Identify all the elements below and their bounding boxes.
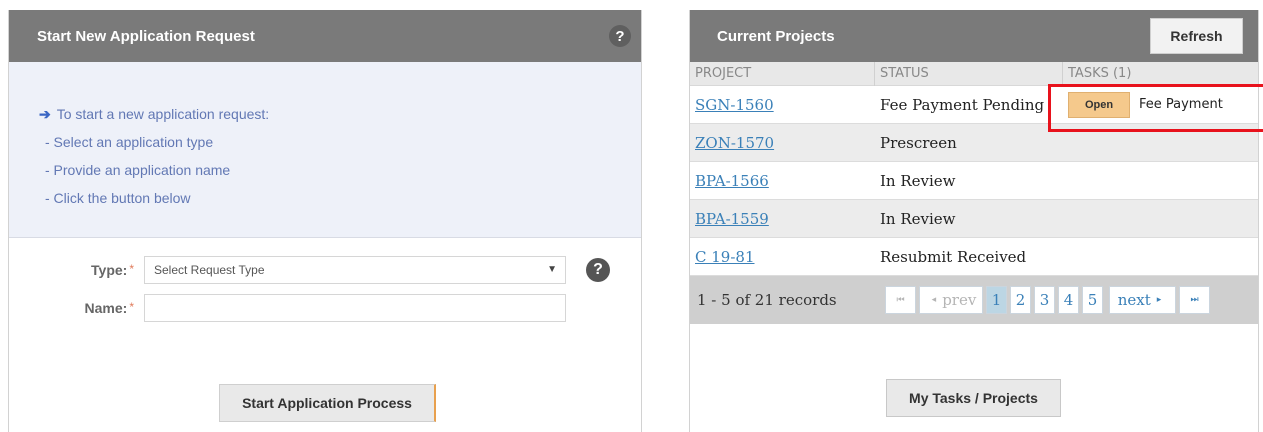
arrow-right-icon: ▸ [1156,295,1162,305]
page-button-4[interactable]: 4 [1058,286,1079,314]
my-tasks-projects-button[interactable]: My Tasks / Projects [886,379,1061,417]
current-projects-panel: Current Projects Refresh PROJECT STATUS … [689,10,1259,432]
request-type-select[interactable]: Select Request Type ▼ [144,256,566,284]
table-row: SGN-1560 Fee Payment Pending Open Fee Pa… [690,86,1258,124]
instructions-intro: ➔ To start a new application request: [39,100,641,128]
table-row: ZON-1570 Prescreen [690,124,1258,162]
instructions-intro-text: To start a new application request: [56,106,270,122]
arrow-left-icon: ◂ [931,295,937,305]
type-label: Type: * [9,262,134,278]
required-marker: * [129,300,134,314]
new-application-panel: Start New Application Request ? ➔ To star… [8,10,642,432]
application-name-input[interactable] [144,294,566,322]
prev-page-button[interactable]: ◂ prev [919,286,983,314]
prev-label: prev [942,291,977,309]
required-marker: * [129,262,134,276]
project-link[interactable]: C 19-81 [695,248,755,266]
start-application-button[interactable]: Start Application Process [219,384,436,422]
column-header-status[interactable]: STATUS [875,61,1063,86]
panel-title: Start New Application Request [37,27,255,45]
name-row: Name: * [9,293,641,323]
first-page-icon[interactable]: ⏮ [885,286,916,314]
refresh-button[interactable]: Refresh [1150,18,1243,54]
projects-table-header: PROJECT STATUS TASKS (1) [690,61,1258,86]
instructions-box: ➔ To start a new application request: - S… [9,62,641,238]
type-label-text: Type: [91,262,128,278]
chevron-down-icon: ▼ [547,264,557,275]
next-label: next [1117,291,1151,309]
status-cell: Prescreen [880,133,957,152]
task-name: Fee Payment [1139,97,1223,112]
type-row: Type: * Select Request Type ▼ ? [9,255,641,285]
column-header-tasks[interactable]: TASKS (1) [1063,62,1258,86]
name-label: Name: * [9,300,134,316]
open-task-button[interactable]: Open [1068,91,1130,118]
next-page-button[interactable]: next ▸ [1109,286,1176,314]
current-projects-header: Current Projects Refresh [690,10,1258,62]
request-type-selected: Select Request Type [154,263,265,277]
project-link[interactable]: BPA-1566 [695,172,769,190]
page-button-1[interactable]: 1 [986,286,1007,314]
page-button-3[interactable]: 3 [1034,286,1055,314]
table-row: C 19-81 Resubmit Received [690,238,1258,276]
project-link[interactable]: ZON-1570 [695,134,774,152]
table-row: BPA-1566 In Review [690,162,1258,200]
record-count: 1 - 5 of 21 records [697,291,837,309]
last-page-icon[interactable]: ⏭ [1179,286,1210,314]
new-application-header: Start New Application Request ? [9,10,641,62]
status-cell: In Review [880,209,956,228]
pagination-bar: 1 - 5 of 21 records ⏮ ◂ prev 1 2 3 4 5 ne… [690,276,1258,324]
status-cell: Resubmit Received [880,247,1027,266]
table-row: BPA-1559 In Review [690,200,1258,238]
project-link[interactable]: SGN-1560 [695,96,774,114]
type-help-icon[interactable]: ? [586,258,610,282]
task-cell: Open Fee Payment [1063,91,1258,118]
status-cell: Fee Payment Pending [880,95,1045,114]
name-label-text: Name: [84,300,128,316]
arrow-right-icon: ➔ [39,106,51,122]
panel-title: Current Projects [717,27,835,45]
help-icon[interactable]: ? [609,25,631,47]
status-cell: In Review [880,171,956,190]
page-button-2[interactable]: 2 [1010,286,1031,314]
page-button-5[interactable]: 5 [1082,286,1103,314]
project-link[interactable]: BPA-1559 [695,210,769,228]
column-header-project[interactable]: PROJECT [690,61,875,86]
instruction-step: - Select an application type [45,134,214,150]
instruction-step: - Click the button below [45,190,191,206]
instruction-step: - Provide an application name [45,162,231,178]
